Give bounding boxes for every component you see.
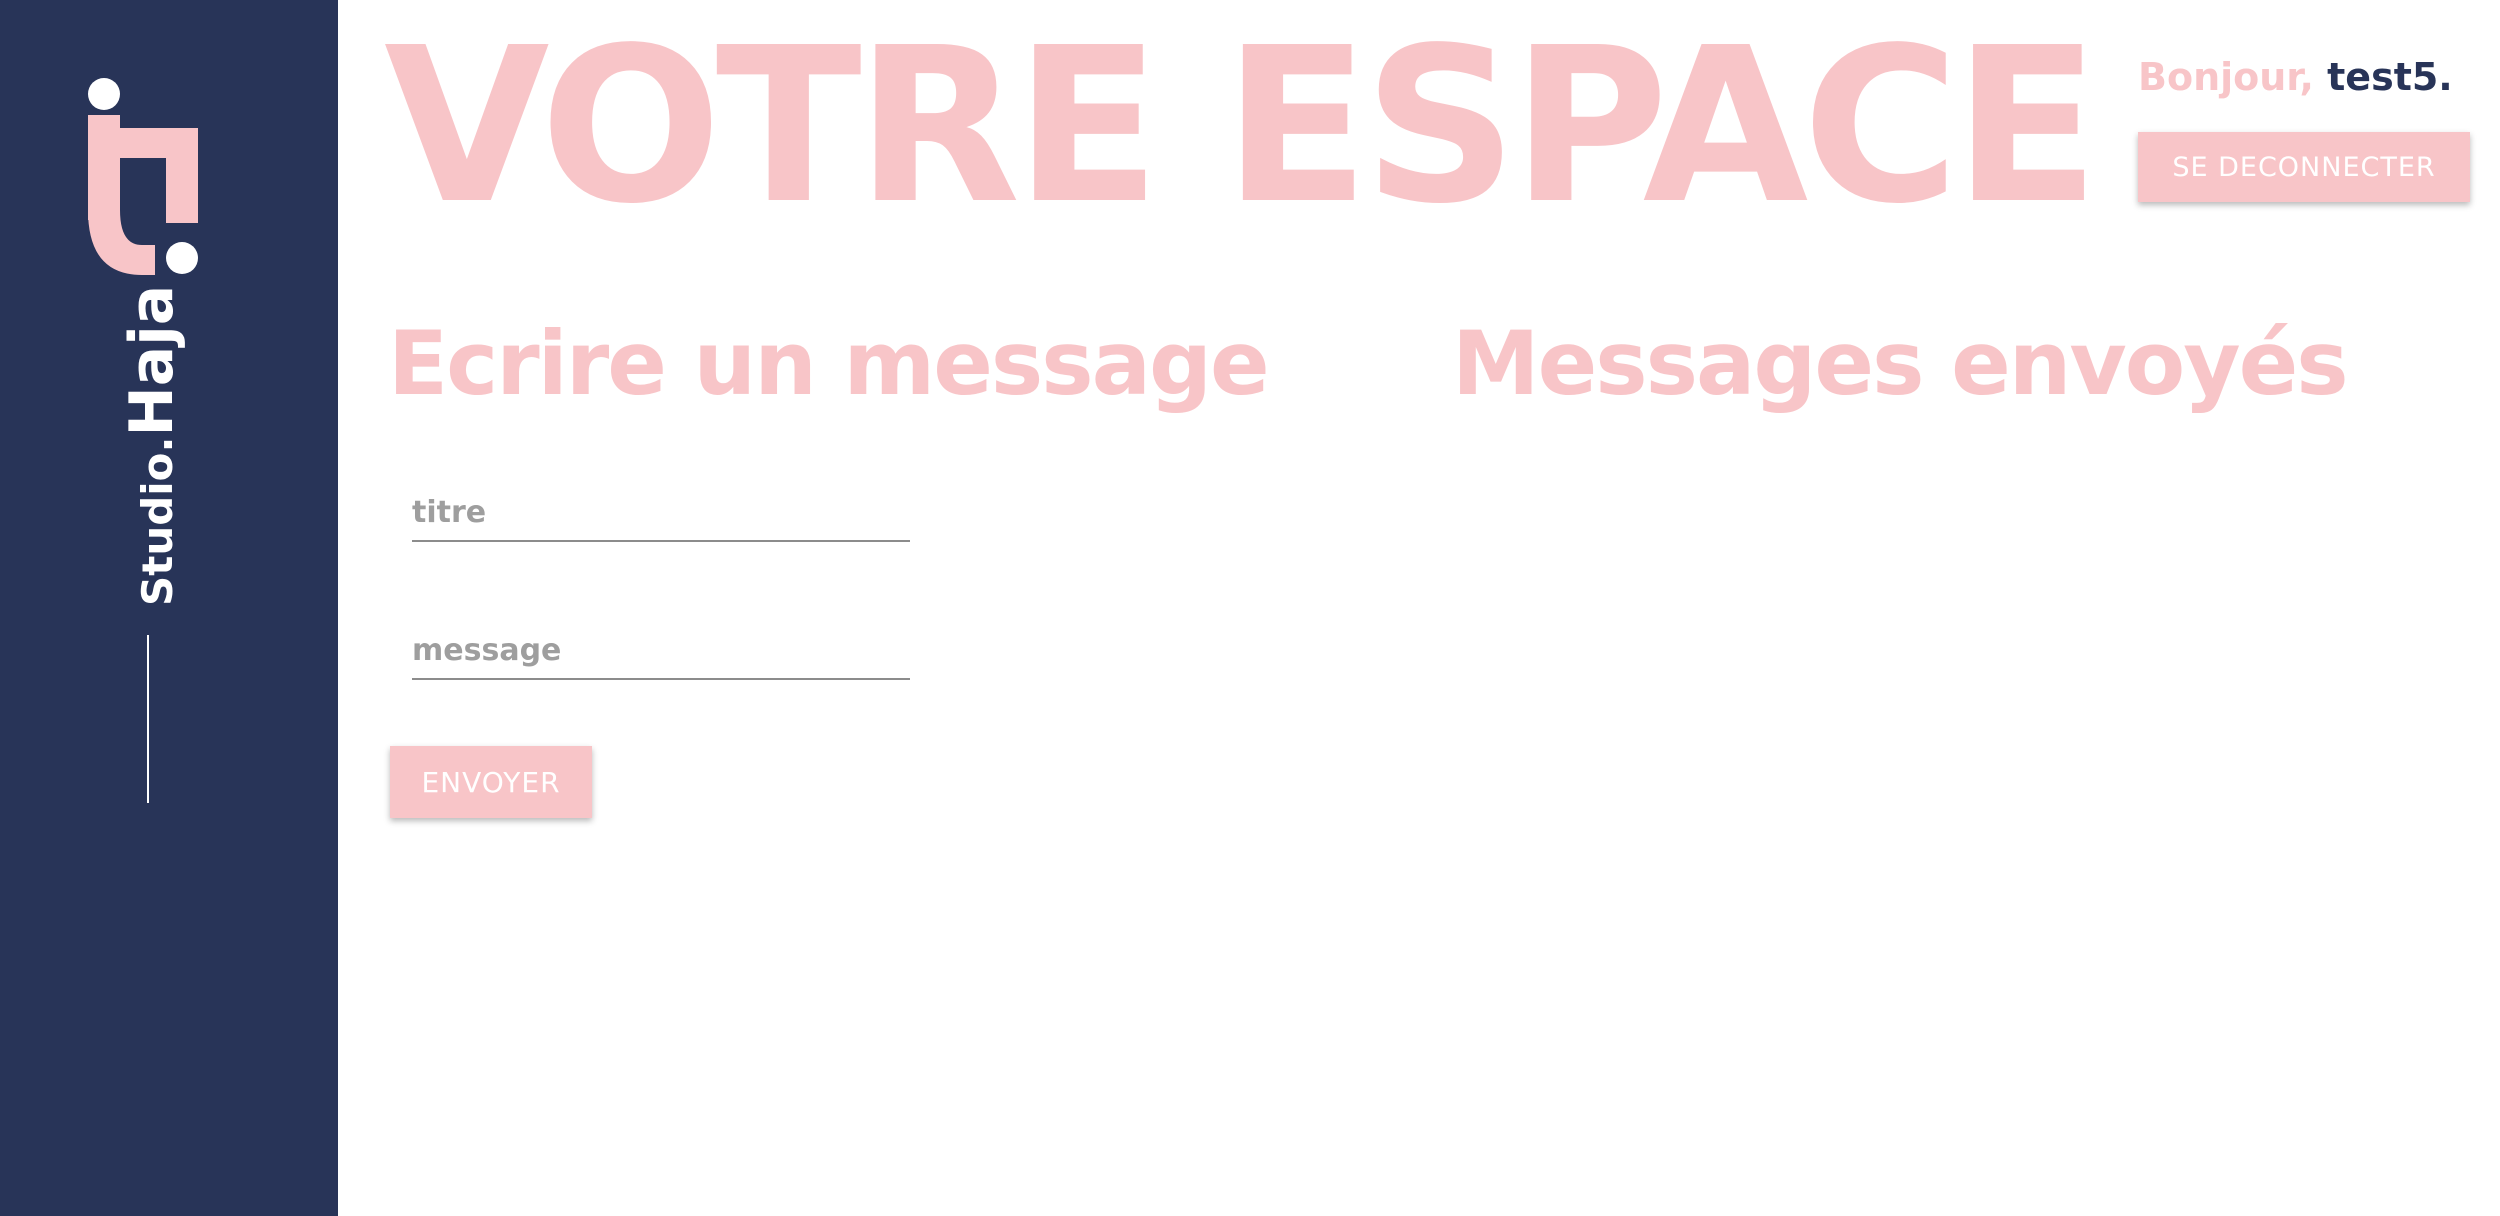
sent-messages-heading: Messages envoyés — [1452, 312, 2349, 415]
greeting-text: Bonjour, — [2138, 55, 2314, 99]
logo-mark-icon — [88, 78, 198, 275]
send-button[interactable]: ENVOYER — [390, 746, 592, 818]
studio-haja-logo[interactable] — [80, 70, 200, 285]
compose-heading: Ecrire un message — [388, 312, 1270, 415]
title-input[interactable] — [412, 490, 910, 542]
sent-messages-list — [1452, 440, 2452, 1040]
message-input[interactable] — [412, 628, 910, 680]
sidebar-divider — [147, 635, 149, 803]
sidebar: Studio.Haja — [0, 0, 338, 1216]
brand-prefix: Studio. — [133, 436, 182, 607]
brand-name: Haja — [117, 284, 187, 437]
username: test5. — [2327, 55, 2453, 99]
page-title: VOTRE ESPACE — [384, 2, 2100, 251]
user-greeting: Bonjour, test5. — [2138, 58, 2453, 96]
logout-button[interactable]: SE DECONNECTER — [2138, 132, 2470, 202]
